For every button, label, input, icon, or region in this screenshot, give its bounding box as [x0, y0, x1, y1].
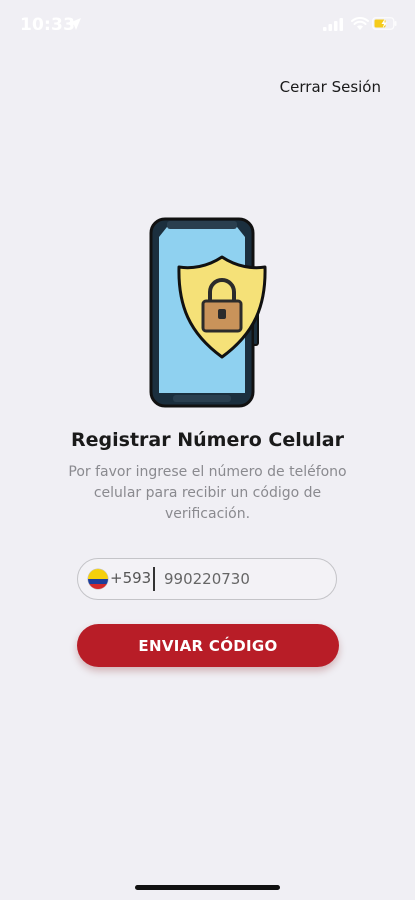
home-indicator	[135, 885, 280, 890]
phone-shield-lock-illustration	[149, 217, 267, 408]
ecuador-flag-icon[interactable]	[88, 569, 108, 589]
cellular-signal-icon	[323, 18, 343, 31]
country-code[interactable]: +593	[110, 569, 151, 587]
page-subtitle: Por favor ingrese el número de teléfono …	[68, 464, 347, 522]
wifi-icon	[351, 17, 369, 30]
field-divider	[153, 567, 155, 591]
status-bar: 10:33	[0, 0, 415, 50]
page-title: Registrar Número Celular	[71, 429, 344, 451]
phone-number-input[interactable]	[164, 565, 324, 593]
send-code-button[interactable]: ENVIAR CÓDIGO	[77, 624, 339, 667]
battery-charging-icon	[372, 17, 397, 30]
phone-number-field[interactable]: +593	[77, 558, 337, 600]
logout-link[interactable]: Cerrar Sesión	[280, 78, 381, 96]
status-time: 10:33	[20, 15, 76, 35]
location-arrow-icon	[69, 18, 81, 30]
